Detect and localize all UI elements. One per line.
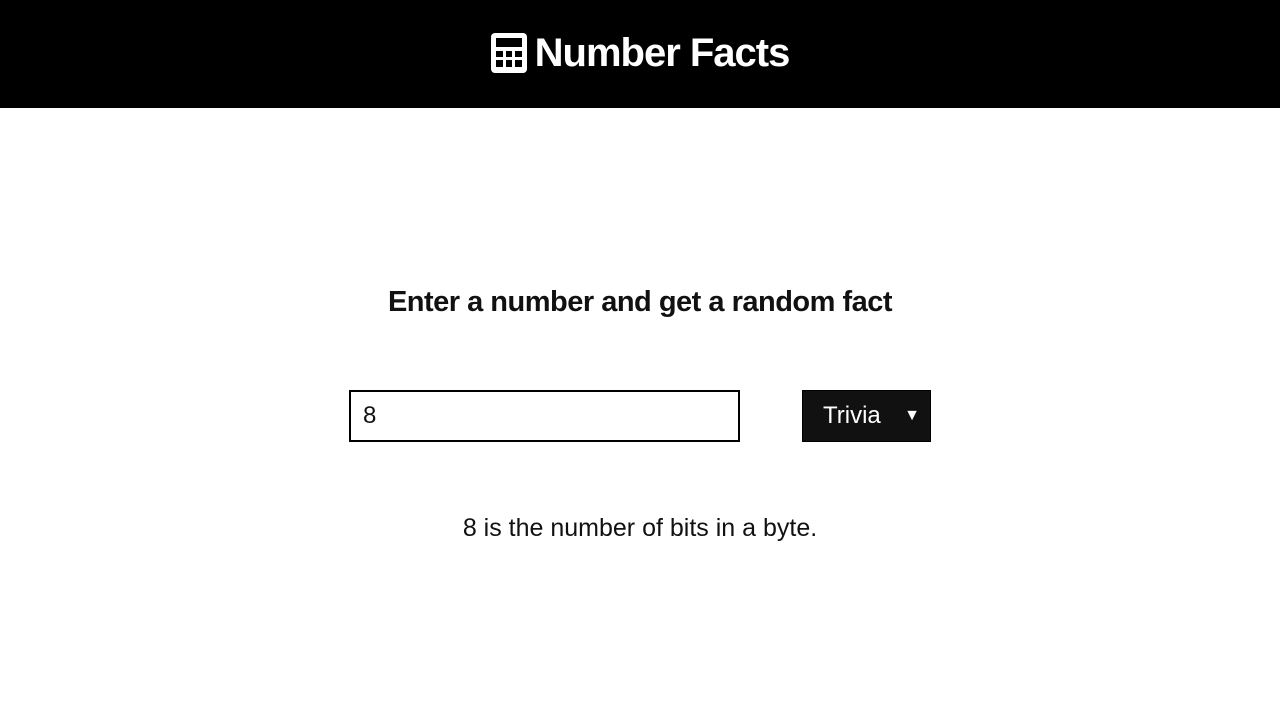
site-header: Number Facts	[0, 0, 1280, 108]
fact-type-selected-label: Trivia	[823, 402, 881, 429]
number-input[interactable]	[349, 390, 740, 442]
page-heading: Enter a number and get a random fact	[387, 286, 893, 318]
app-title: Number Facts	[534, 31, 791, 75]
brand: Number Facts	[490, 31, 791, 75]
dropdown-arrow-icon: ▼	[904, 407, 920, 424]
calculator-icon	[490, 33, 527, 73]
fact-type-select[interactable]: Trivia ▼	[802, 390, 931, 442]
fact-result-text: 8 is the number of bits in a byte.	[462, 514, 818, 542]
